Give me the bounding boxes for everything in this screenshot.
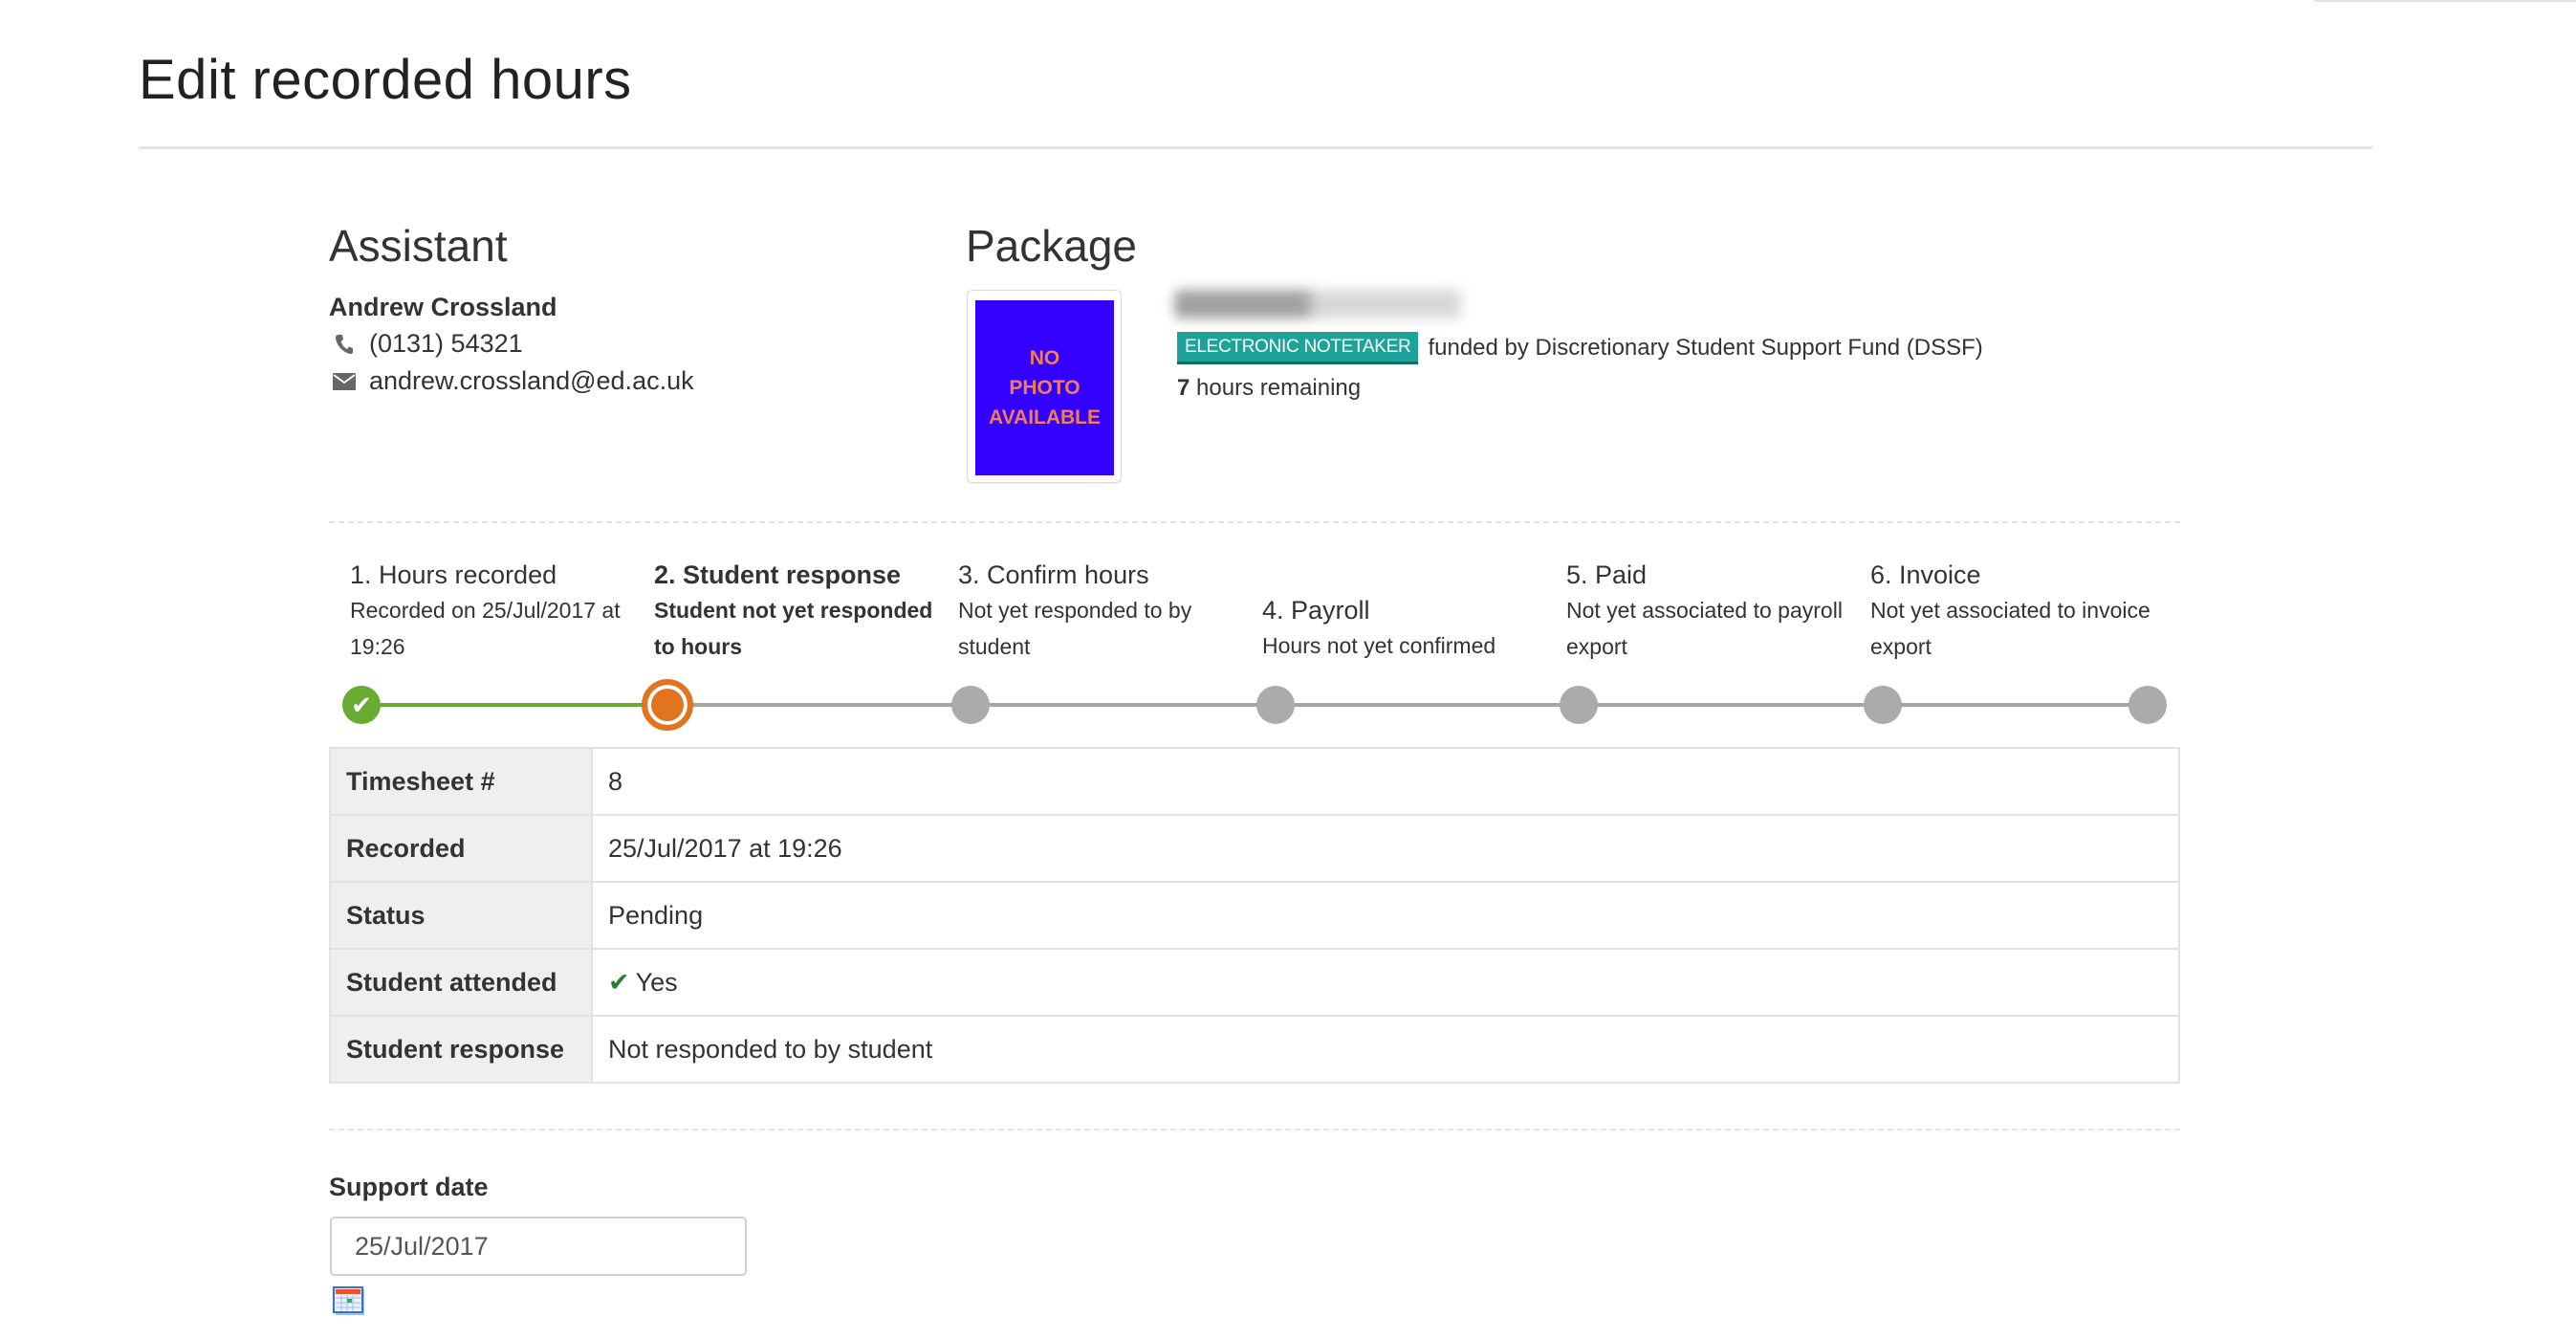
step-title: 6. Invoice [1870,560,1981,589]
table-row: Student response Not responded to by stu… [329,1015,2180,1084]
progress-connector [1276,703,1579,707]
attended-value: Yes [635,967,678,997]
progress-step: 5. Paid Not yet associated to payroll exp… [1566,560,1863,665]
progress-step: 1. Hours recorded Recorded on 25/Jul/2017… [350,560,646,665]
row-value: Not responded to by student [591,1015,2180,1084]
row-label: Status [329,881,593,950]
progress-connector [361,703,667,707]
progress-step: 2. Student response Student not yet respo… [654,560,950,665]
phone-icon [331,334,358,355]
step-description: Not yet associated to invoice export [1870,598,2150,659]
step-pending-marker [951,686,990,724]
row-value: 25/Jul/2017 at 19:26 [591,814,2180,883]
step-pending-marker [1560,686,1598,724]
envelope-icon [331,372,358,390]
row-label: Recorded [329,814,593,883]
assistant-name: Andrew Crossland [329,293,557,321]
calendar-icon[interactable] [333,1286,365,1315]
hours-remaining-value: 7 [1177,375,1190,401]
no-photo-line-1: NO [1029,347,1060,369]
step-title: 3. Confirm hours [958,560,1149,589]
row-label: Timesheet # [329,747,593,816]
package-heading: Package [966,221,1138,271]
progress-step: 6. Invoice Not yet associated to invoice … [1870,560,2167,665]
step-title: 2. Student response [654,560,902,589]
top-edge-line [2314,0,2576,2]
assistant-phone-text: (0131) 54321 [369,329,523,358]
row-label: Student response [329,1015,593,1084]
support-date-label: Support date [329,1173,489,1201]
step-title: 5. Paid [1566,560,1648,589]
step-pending-marker [1256,686,1295,724]
step-title: 4. Payroll [1262,596,1370,625]
section-divider [329,1129,2180,1130]
step-pending-marker [1864,686,1902,724]
title-divider [139,146,2372,149]
progress-connector [667,703,971,707]
assistant-email[interactable]: andrew.crossland@ed.ac.uk [331,366,694,396]
check-icon: ✔ [608,967,630,997]
hours-remaining: 7 hours remaining [1177,375,1361,402]
progress-step: 4. Payroll Hours not yet confirmed [1262,595,1559,664]
table-row: Recorded 25/Jul/2017 at 19:26 [329,814,2180,883]
progress-connector [971,703,1276,707]
hours-remaining-label: hours remaining [1196,375,1362,401]
student-name-redacted [1174,290,1461,318]
row-label: Student attended [329,948,593,1017]
status-value: Pending [591,881,2180,950]
no-photo-placeholder: NO PHOTO AVAILABLE [975,300,1114,475]
assistant-phone: (0131) 54321 [331,329,523,359]
assistant-email-link[interactable]: andrew.crossland@ed.ac.uk [369,366,694,396]
step-description: Not yet responded to by student [958,598,1192,659]
section-divider [329,521,2180,523]
package-type-badge: ELECTRONIC NOTETAKER [1177,332,1419,364]
no-photo-line-2: PHOTO [1009,377,1081,399]
package-type-line: ELECTRONIC NOTETAKER funded by Discretio… [1177,332,1983,364]
table-row: Status Pending [329,881,2180,950]
step-description: Hours not yet confirmed [1262,633,1496,658]
step-description: Recorded on 25/Jul/2017 at 19:26 [350,598,621,659]
student-photo: NO PHOTO AVAILABLE [967,290,1122,483]
table-row: Timesheet # 8 [329,747,2180,816]
page-title: Edit recorded hours [139,49,632,111]
support-date-input[interactable] [330,1217,747,1276]
progress-step: 3. Confirm hours Not yet responded to by … [958,560,1255,665]
step-pending-marker [2128,686,2167,724]
step-description: Not yet associated to payroll export [1566,598,1843,659]
funding-text: funded by Discretionary Student Support … [1428,335,1983,361]
timesheet-details-table: Timesheet # 8 Recorded 25/Jul/2017 at 19… [329,747,2180,1084]
row-value: ✔ Yes [591,948,2180,1017]
step-description: Student not yet responded to hours [654,598,933,659]
progress-connector [1883,703,2148,707]
assistant-heading: Assistant [329,221,508,271]
no-photo-line-3: AVAILABLE [988,406,1102,428]
step-complete-check-icon: ✔ [342,686,381,724]
progress-connector [1579,703,1883,707]
step-title: 1. Hours recorded [350,560,557,589]
row-value: 8 [591,747,2180,816]
step-current-marker [642,679,693,731]
table-row: Student attended ✔ Yes [329,948,2180,1017]
